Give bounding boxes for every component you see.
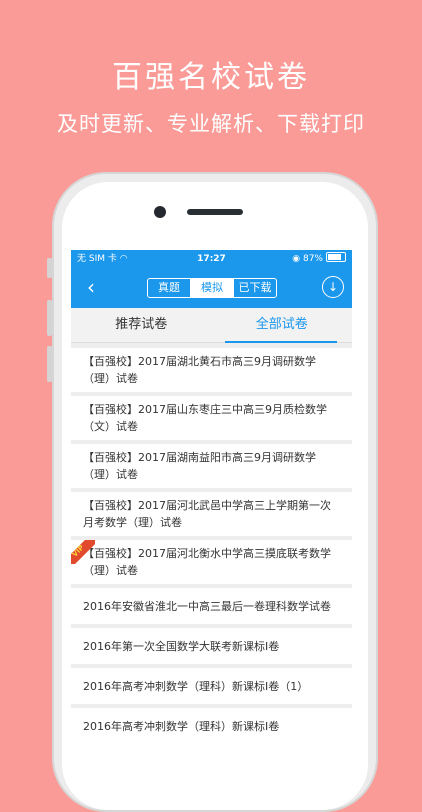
nav-bar: ‹ 真题 模拟 已下载 ↓: [71, 268, 352, 308]
speaker-grille: [187, 209, 243, 215]
promo-title: 百强名校试卷: [112, 60, 310, 95]
list-item[interactable]: 2016年高考冲刺数学（理科）新课标Ⅰ卷（1）: [71, 668, 352, 704]
tab-all[interactable]: 全部试卷: [212, 308, 353, 342]
list-item[interactable]: 2016年高考冲刺数学（理科）新课标Ⅰ卷: [71, 708, 352, 744]
paper-list: 【百强校】2017届湖北黄石市高三9月调研数学（理）试卷 【百强校】2017届山…: [71, 343, 352, 744]
volume-up-button: [47, 300, 52, 336]
mute-switch: [47, 258, 52, 278]
list-item-title: 【百强校】2017届河北衡水中学高三摸底联考数学（理）试卷: [83, 547, 331, 577]
segment-real-exam[interactable]: 真题: [148, 279, 191, 297]
tab-recommended[interactable]: 推荐试卷: [71, 308, 212, 342]
status-bar: 无 SIM 卡 ◠ 17:27 ◉ 87%: [71, 250, 352, 268]
list-item-title: 【百强校】2017届湖南益阳市高三9月调研数学（理）试卷: [83, 451, 316, 481]
list-item-title: 【百强校】2017届湖北黄石市高三9月调研数学（理）试卷: [83, 355, 316, 385]
mode-segmented-control: 真题 模拟 已下载: [147, 278, 277, 298]
list-item[interactable]: 2016年第一次全国数学大联考新课标Ⅰ卷: [71, 628, 352, 664]
download-icon[interactable]: ↓: [322, 276, 344, 298]
segment-downloaded[interactable]: 已下载: [234, 279, 276, 297]
list-item[interactable]: 2016年安徽省淮北一中高三最后一卷理科数学试卷: [71, 588, 352, 624]
list-item-title: 2016年高考冲刺数学（理科）新课标Ⅰ卷: [83, 719, 280, 733]
list-item-title: 2016年安徽省淮北一中高三最后一卷理科数学试卷: [83, 599, 331, 613]
battery-icon: [326, 252, 346, 262]
tab-bar: 推荐试卷 全部试卷: [71, 308, 352, 343]
list-item-title: 2016年第一次全国数学大联考新课标Ⅰ卷: [83, 639, 280, 653]
promo-subtitle: 及时更新、专业解析、下载打印: [57, 112, 365, 136]
orientation-lock-icon: ◉: [292, 254, 301, 264]
camera-icon: [154, 206, 166, 218]
vip-badge-icon: VIP: [71, 540, 95, 564]
list-item[interactable]: VIP 【百强校】2017届河北衡水中学高三摸底联考数学（理）试卷: [71, 540, 352, 584]
tab-indicator: [225, 341, 337, 343]
list-item[interactable]: 【百强校】2017届湖南益阳市高三9月调研数学（理）试卷: [71, 444, 352, 488]
list-item[interactable]: 【百强校】2017届湖北黄石市高三9月调研数学（理）试卷: [71, 348, 352, 392]
back-chevron-icon[interactable]: ‹: [81, 277, 101, 298]
battery-status: ◉ 87%: [292, 250, 346, 268]
list-item-title: 【百强校】2017届山东枣庄三中高三9月质检数学（文）试卷: [83, 403, 327, 433]
segment-mock-exam[interactable]: 模拟: [191, 279, 234, 297]
app-screen: 无 SIM 卡 ◠ 17:27 ◉ 87% ‹ 真题 模拟 已下载 ↓ 推荐试卷…: [71, 250, 352, 750]
list-item[interactable]: 【百强校】2017届山东枣庄三中高三9月质检数学（文）试卷: [71, 396, 352, 440]
list-item-title: 2016年高考冲刺数学（理科）新课标Ⅰ卷（1）: [83, 679, 309, 693]
volume-down-button: [47, 346, 52, 382]
list-item-title: 【百强校】2017届河北武邑中学高三上学期第一次月考数学（理）试卷: [83, 499, 331, 529]
list-item[interactable]: 【百强校】2017届河北武邑中学高三上学期第一次月考数学（理）试卷: [71, 492, 352, 536]
